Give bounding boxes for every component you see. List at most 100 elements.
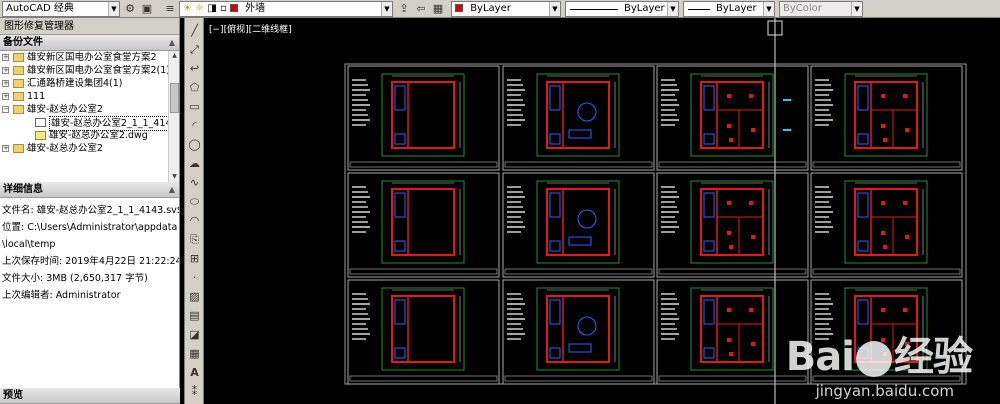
line-tool-icon[interactable]: ╱ bbox=[186, 22, 203, 39]
hatch-tool-icon[interactable]: ▨ bbox=[186, 288, 203, 305]
plotstyle-dropdown[interactable]: ByColor ▼ bbox=[779, 1, 863, 17]
plan-fixture bbox=[703, 240, 715, 252]
plan-light-fixture bbox=[727, 94, 731, 98]
make-current-layer-icon[interactable]: ⇪ bbox=[396, 1, 412, 17]
plan-desk bbox=[568, 236, 592, 246]
details-header[interactable]: 详细信息 ▲ bbox=[0, 182, 179, 198]
rectangle-tool-icon[interactable]: ▭ bbox=[186, 98, 203, 115]
tree-file-item[interactable]: 雄安-赵总办公室2.dwg bbox=[0, 129, 179, 142]
plan-table bbox=[577, 316, 597, 336]
expand-icon[interactable]: + bbox=[2, 54, 9, 61]
top-toolbar: AutoCAD 经典 ▼ ⚙ ▣ ≡ ☀ ☼ ◨ ▫ 外墙 ▼ ⇪ ⇦ ▦ By… bbox=[0, 0, 1000, 18]
folder-icon bbox=[13, 66, 24, 75]
dimension-frame bbox=[381, 73, 465, 157]
title-block bbox=[504, 268, 653, 275]
layer-states-icon[interactable]: ▦ bbox=[430, 1, 446, 17]
title-block bbox=[658, 375, 807, 382]
plan-light-fixture bbox=[727, 124, 731, 128]
arc-tool-icon[interactable]: ◜ bbox=[186, 117, 203, 134]
backup-files-label: 备份文件 bbox=[3, 37, 43, 48]
plan-light-fixture bbox=[881, 231, 885, 235]
expand-icon[interactable]: + bbox=[2, 67, 9, 74]
layer-previous-icon[interactable]: ⇦ bbox=[413, 1, 429, 17]
insert-block-icon[interactable]: ⎘ bbox=[186, 231, 203, 248]
plan-fixture bbox=[394, 85, 406, 111]
multiline-text-icon[interactable]: A bbox=[186, 364, 203, 381]
expand-icon[interactable]: + bbox=[2, 93, 9, 100]
circle-tool-icon[interactable]: ◯ bbox=[186, 136, 203, 153]
color-dropdown[interactable]: ByLayer ▼ bbox=[451, 1, 561, 17]
viewport-controls-label[interactable]: [−][俯视][二维线框] bbox=[209, 22, 292, 35]
gear-icon[interactable]: ⚙ bbox=[122, 1, 138, 17]
point-tool-icon[interactable]: · bbox=[186, 269, 203, 286]
lightbulb-icon: ☀ bbox=[183, 3, 192, 14]
tree-item-label: 雄安-赵总办公室2 bbox=[27, 104, 103, 115]
tree-folder-item[interactable]: + 雄安新区国电办公室食堂方案2 bbox=[0, 51, 179, 64]
plan-light-fixture bbox=[883, 138, 887, 142]
collapse-icon[interactable]: − bbox=[2, 106, 9, 113]
linetype-dropdown[interactable]: ByLayer ▼ bbox=[565, 1, 679, 17]
chevron-down-icon: ▼ bbox=[549, 2, 560, 16]
watermark-brand-left: Bai bbox=[785, 334, 855, 380]
scroll-down-icon[interactable]: ▼ bbox=[169, 172, 179, 182]
folder-icon bbox=[13, 79, 24, 88]
layer-properties-icon[interactable]: ≡ bbox=[162, 1, 178, 17]
tree-scrollbar[interactable]: ▲ ▼ bbox=[168, 51, 179, 182]
dwg-file-icon bbox=[35, 131, 46, 140]
table-tool-icon[interactable]: ▦ bbox=[186, 345, 203, 362]
tree-folder-item[interactable]: + 汇通路桥建设集团4(1) bbox=[0, 77, 179, 90]
plotstyle-value: ByColor bbox=[783, 3, 822, 14]
plan-outer-wall bbox=[391, 188, 455, 256]
revision-cloud-icon[interactable]: ☁ bbox=[186, 155, 203, 172]
title-block bbox=[812, 161, 961, 168]
plan-light-fixture bbox=[881, 94, 885, 98]
folder-icon bbox=[13, 144, 24, 153]
polyline-tool-icon[interactable]: ↩ bbox=[186, 60, 203, 77]
plan-light-fixture bbox=[903, 201, 907, 205]
backup-files-header[interactable]: 备份文件 ▲ bbox=[0, 35, 179, 51]
gradient-tool-icon[interactable]: ▤ bbox=[186, 307, 203, 324]
scroll-up-icon[interactable]: ▲ bbox=[169, 51, 179, 61]
title-block bbox=[349, 161, 498, 168]
preview-header[interactable]: 预览 bbox=[0, 388, 180, 404]
tree-folder-item[interactable]: + 雄安新区国电办公室食堂方案2(1) bbox=[0, 64, 179, 77]
plan-fixture bbox=[549, 299, 561, 325]
region-tool-icon[interactable]: ◪ bbox=[186, 326, 203, 343]
scroll-thumb[interactable] bbox=[170, 83, 179, 113]
plan-fixture bbox=[394, 192, 406, 218]
expand-icon[interactable]: + bbox=[2, 145, 9, 152]
title-block bbox=[658, 268, 807, 275]
lineweight-dropdown[interactable]: ByLayer ▼ bbox=[683, 1, 775, 17]
workspace-dropdown[interactable]: AutoCAD 经典 ▼ bbox=[2, 1, 120, 17]
unlock-icon: ◨ bbox=[207, 3, 217, 14]
add-selected-icon[interactable]: ⁑ bbox=[186, 383, 203, 400]
ellipse-arc-icon[interactable]: ◠ bbox=[186, 212, 203, 229]
dimension-frame bbox=[381, 180, 465, 264]
expand-icon[interactable]: + bbox=[2, 80, 9, 87]
tree-file-item[interactable]: 雄安-赵总办公室2_1_1_4143.sv$ bbox=[0, 116, 179, 131]
plan-light-fixture bbox=[727, 308, 731, 312]
tree-folder-item[interactable]: +111 bbox=[0, 90, 179, 103]
ellipse-tool-icon[interactable]: ⬭ bbox=[186, 193, 203, 210]
folder-icon bbox=[13, 53, 24, 62]
lineweight-preview bbox=[688, 9, 710, 10]
detail-last-editor: 上次编辑者: Administrator bbox=[2, 290, 121, 301]
drawing-canvas[interactable]: [−][俯视][二维线框] Bai 经验 jingyan.baidu.com bbox=[205, 18, 1000, 404]
chevron-down-icon: ▼ bbox=[667, 2, 678, 16]
layer-dropdown[interactable]: ☀ ☼ ◨ ▫ 外墙 ▼ bbox=[179, 1, 393, 17]
title-block bbox=[658, 161, 807, 168]
tree-folder-item[interactable]: + 雄安-赵总办公室2 bbox=[0, 142, 179, 155]
make-block-icon[interactable]: ⊞ bbox=[186, 250, 203, 267]
tree-folder-item[interactable]: − 雄安-赵总办公室2 bbox=[0, 103, 179, 116]
lineweight-value: ByLayer bbox=[716, 3, 757, 14]
drawing-recovery-manager: 图形修复管理器 备份文件 ▲ + 雄安新区国电办公室食堂方案2 + 雄安新区国电办公室… bbox=[0, 18, 180, 404]
workspace-settings-icon[interactable]: ▣ bbox=[139, 1, 155, 17]
color-swatch bbox=[455, 4, 463, 12]
draw-toolbar: ╱ ⤢ ↩ ⬠ ▭ ◜ ◯ ☁ ∿ ⬭ ◠ ⎘ ⊞ · ▨ ▤ ◪ ▦ A ⁑ bbox=[184, 18, 204, 404]
plan-light-fixture bbox=[881, 201, 885, 205]
dimension-frame bbox=[381, 287, 465, 371]
polygon-tool-icon[interactable]: ⬠ bbox=[186, 79, 203, 96]
construction-line-icon[interactable]: ⤢ bbox=[186, 41, 203, 58]
plan-light-fixture bbox=[883, 245, 887, 249]
spline-tool-icon[interactable]: ∿ bbox=[186, 174, 203, 191]
